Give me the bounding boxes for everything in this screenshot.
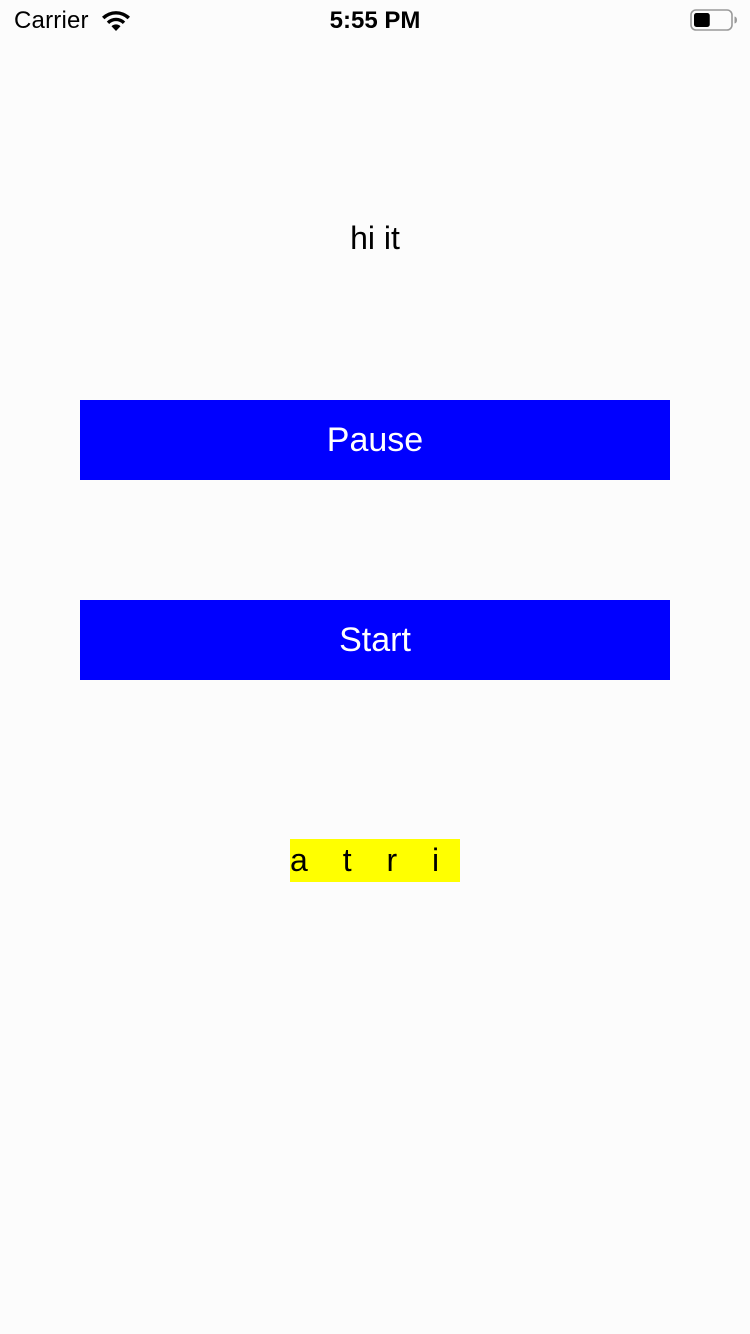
title-label: hi it [350, 220, 400, 256]
status-bar: Carrier 5:55 PM [0, 0, 750, 40]
status-time: 5:55 PM [329, 7, 421, 34]
pause-button[interactable]: Pause [80, 400, 670, 480]
start-button[interactable]: Start [80, 600, 670, 680]
battery-icon [690, 9, 737, 31]
app-screen: Carrier 5:55 PM hi it Pause Start a t r … [0, 0, 750, 1334]
attributed-text-label: a t r i b [290, 839, 460, 882]
